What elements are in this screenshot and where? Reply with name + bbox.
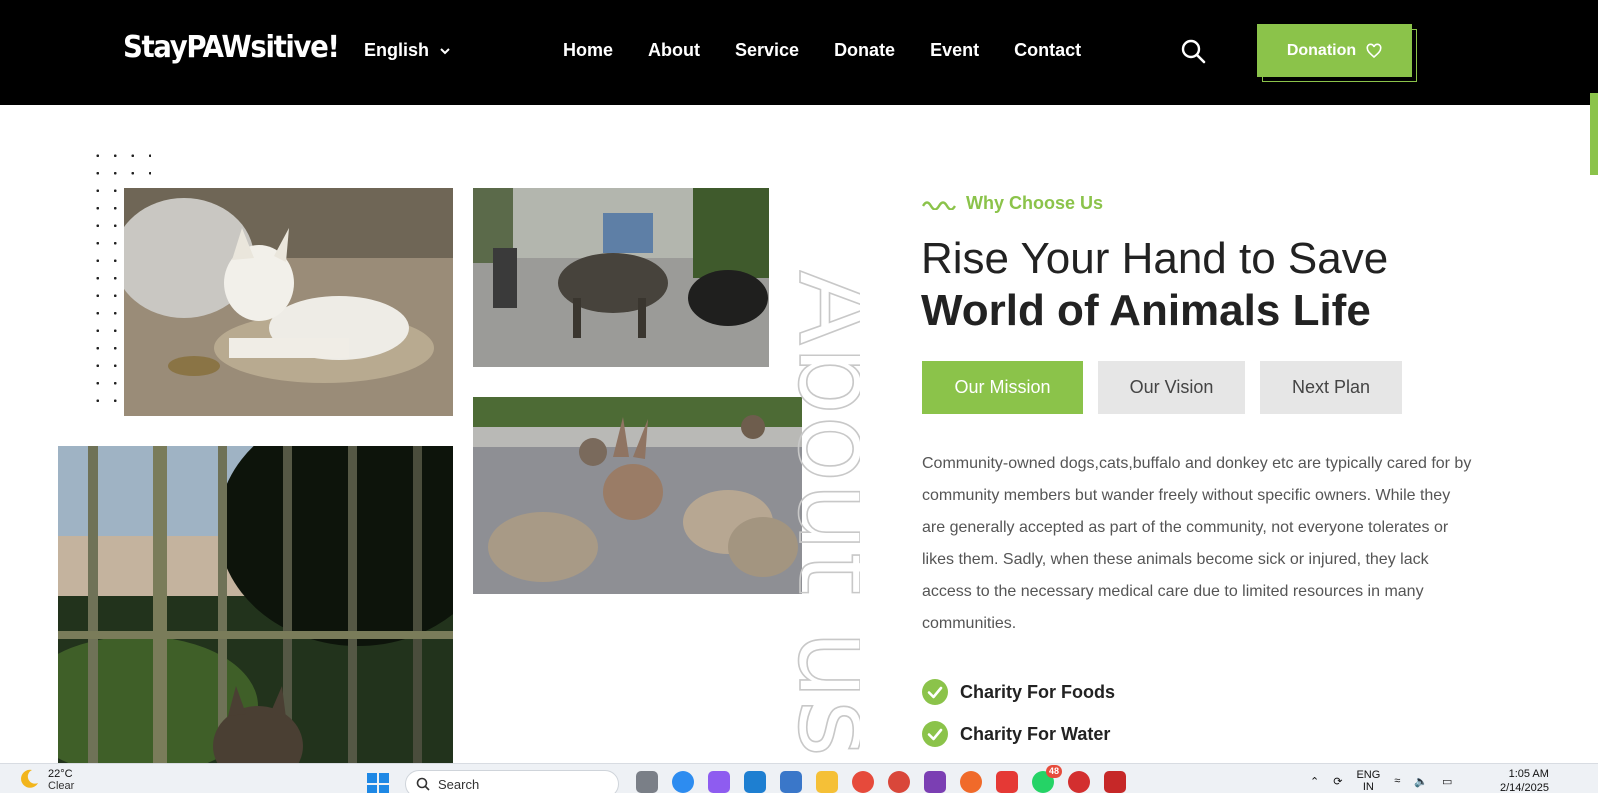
donation-button-wrap: Donation [1257, 24, 1417, 82]
weather-temp: 22°C [48, 768, 73, 780]
charity-checklist: Charity For Foods Charity For Water [922, 671, 1115, 755]
system-tray: ⌃ ⟳ ENG IN ≈ 🔈 ▭ [1310, 769, 1452, 793]
nav-contact[interactable]: Contact [1014, 40, 1081, 61]
kicker-label: Why Choose Us [966, 193, 1104, 213]
checklist-label: Charity For Water [960, 723, 1111, 744]
nav-service[interactable]: Service [735, 40, 799, 61]
nav-event[interactable]: Event [930, 40, 979, 61]
checklist-item: Charity For Water [922, 713, 1115, 755]
search-icon[interactable] [1180, 38, 1206, 64]
cat-behind-fence-photo [58, 446, 453, 766]
windows-taskbar: 22°C Clear Search 48 ⌃ ⟳ ENG IN ≈ 🔈 ▭ 1:… [0, 763, 1598, 793]
chevron-down-icon [440, 47, 450, 54]
clock-time: 1:05 AM [1508, 768, 1549, 780]
section-kicker: Why Choose Us [922, 193, 1103, 214]
postman-icon[interactable] [960, 771, 982, 793]
onenote-icon[interactable] [924, 771, 946, 793]
nav-about[interactable]: About [648, 40, 700, 61]
checklist-label: Charity For Foods [960, 681, 1116, 702]
donation-label: Donation [1286, 41, 1357, 59]
windows-start-icon[interactable] [366, 772, 390, 793]
mission-paragraph: Community-owned dogs,cats,buffalo and do… [922, 455, 1472, 632]
heading-line-1: Rise Your Hand to Save [921, 234, 1389, 283]
chevron-up-icon[interactable]: ⌃ [1310, 775, 1319, 788]
heart-icon [1366, 42, 1382, 58]
chrome-icon[interactable] [852, 771, 874, 793]
wifi-icon[interactable]: ≈ [1394, 775, 1400, 787]
dog-photo [124, 188, 453, 416]
site-header: StayPAWsitive! English Home About Servic… [0, 0, 1598, 105]
search-icon [416, 777, 430, 791]
file-explorer-icon[interactable] [816, 771, 838, 793]
taskbar-clock[interactable]: 1:05 AM 2/14/2025 [1500, 767, 1549, 793]
taskbar-search[interactable]: Search [405, 770, 619, 793]
tab-next-plan[interactable]: Next Plan [1260, 361, 1402, 414]
about-us-watermark: About us [773, 270, 860, 758]
weather-widget[interactable]: 22°C Clear [18, 768, 74, 792]
taskbar-search-label: Search [438, 776, 480, 792]
check-circle-icon [922, 679, 948, 705]
moon-icon [21, 769, 38, 788]
input-language[interactable]: ENG IN [1356, 769, 1380, 793]
buffalo-street-photo [473, 188, 769, 367]
whatsapp-badge: 48 [1045, 765, 1062, 778]
copilot-icon[interactable] [672, 771, 694, 793]
site-logo[interactable]: StayPAWsitive! [123, 30, 340, 65]
taskbar-apps: 48 [636, 765, 1126, 793]
page-scrollbar[interactable] [1590, 93, 1598, 175]
nav-home[interactable]: Home [563, 40, 613, 61]
heading-line-2: World of Animals Life [921, 286, 1371, 335]
weather-condition: Clear [48, 780, 75, 792]
sync-icon[interactable]: ⟳ [1333, 775, 1342, 788]
page: StayPAWsitive! English Home About Servic… [0, 0, 1598, 793]
clock-date: 2/14/2025 [1500, 782, 1549, 793]
task-view-icon[interactable] [636, 771, 658, 793]
language-label: English [364, 40, 430, 60]
battery-icon[interactable]: ▭ [1442, 775, 1452, 788]
input-language-code: ENG [1356, 769, 1381, 781]
watermark-text: About us [774, 270, 860, 757]
main-nav: Home About Service Donate Event Contact [563, 40, 1081, 61]
language-selector[interactable]: English [364, 40, 451, 61]
opera-icon[interactable] [1068, 771, 1090, 793]
input-language-region: IN [1362, 781, 1374, 793]
store-icon[interactable] [780, 771, 802, 793]
donkeys-road-photo [473, 397, 802, 594]
vscode-icon[interactable] [744, 771, 766, 793]
git-client-icon[interactable] [996, 771, 1018, 793]
nav-donate[interactable]: Donate [834, 40, 895, 61]
volume-icon[interactable]: 🔈 [1414, 775, 1428, 788]
acrobat-icon[interactable] [1104, 771, 1126, 793]
chrome-active-icon[interactable] [888, 771, 910, 793]
tab-our-vision[interactable]: Our Vision [1098, 361, 1245, 414]
check-circle-icon [922, 721, 948, 747]
ai-app-icon[interactable] [708, 771, 730, 793]
wave-icon [922, 200, 956, 210]
tab-our-mission[interactable]: Our Mission [922, 361, 1083, 414]
whatsapp-icon[interactable]: 48 [1032, 765, 1062, 793]
mission-tabs: Our Mission Our Vision Next Plan [922, 361, 1402, 414]
donation-button[interactable]: Donation [1257, 24, 1412, 77]
checklist-item: Charity For Foods [922, 671, 1115, 713]
